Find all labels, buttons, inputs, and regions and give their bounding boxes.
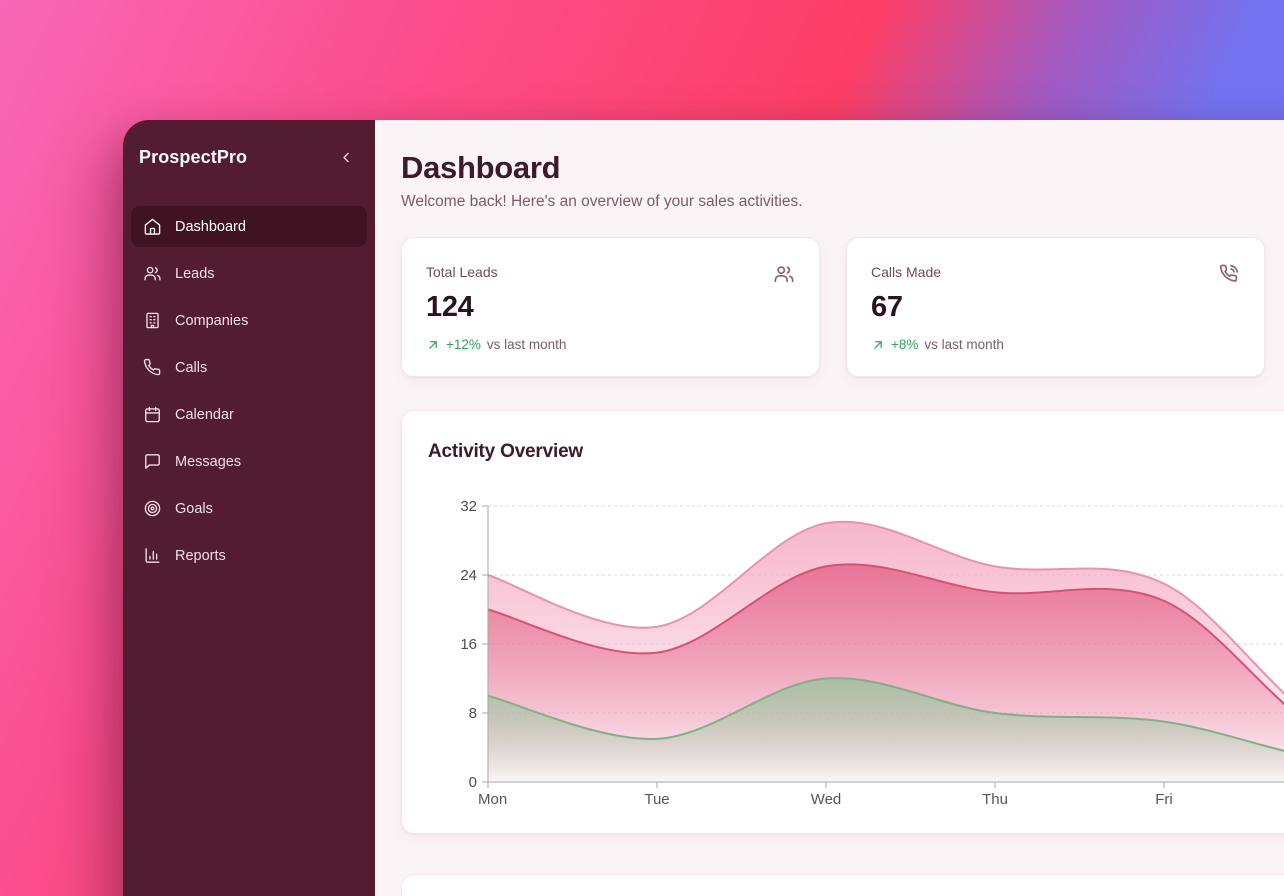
- page-subtitle: Welcome back! Here's an overview of your…: [401, 193, 1284, 211]
- trend-percent: +12%: [446, 337, 481, 352]
- sidebar-item-label: Calls: [175, 360, 207, 376]
- svg-text:8: 8: [469, 705, 477, 722]
- phone-call-icon: [1218, 263, 1240, 285]
- svg-text:24: 24: [460, 567, 477, 584]
- sidebar-item-leads[interactable]: Leads: [131, 253, 367, 294]
- svg-text:Thu: Thu: [982, 791, 1008, 808]
- sidebar-item-label: Reports: [175, 548, 226, 564]
- sidebar-item-dashboard[interactable]: Dashboard: [131, 206, 367, 247]
- stat-trend: +12% vs last month: [426, 337, 795, 352]
- trend-suffix: vs last month: [924, 337, 1004, 352]
- brand-logo: ProspectPro: [139, 147, 247, 168]
- stat-value: 67: [871, 291, 1240, 324]
- sidebar-item-messages[interactable]: Messages: [131, 441, 367, 482]
- svg-text:Fri: Fri: [1155, 791, 1173, 808]
- sidebar-item-label: Calendar: [175, 407, 234, 423]
- stat-label: Calls Made: [871, 264, 1240, 280]
- users-icon: [143, 264, 162, 283]
- main-content: Dashboard Welcome back! Here's an overvi…: [375, 120, 1284, 896]
- building-icon: [143, 311, 162, 330]
- svg-text:Tue: Tue: [644, 791, 669, 808]
- svg-text:0: 0: [469, 774, 477, 791]
- svg-text:32: 32: [460, 498, 477, 515]
- activity-overview-card: Activity Overview 08162432MonTueWedThuFr…: [401, 410, 1284, 834]
- sidebar-item-label: Companies: [175, 313, 248, 329]
- stat-value: 124: [426, 291, 795, 324]
- desktop-backdrop: { "window": { "name": "ProspectPro dashb…: [0, 0, 1284, 896]
- sidebar-item-companies[interactable]: Companies: [131, 300, 367, 341]
- arrow-up-right-icon: [426, 338, 440, 352]
- sidebar-item-label: Goals: [175, 501, 213, 517]
- sidebar-item-reports[interactable]: Reports: [131, 535, 367, 576]
- stat-card-calls-made: Calls Made 67 +8% vs last month: [846, 237, 1265, 377]
- sidebar-collapse-button[interactable]: [335, 146, 357, 168]
- users-icon: [773, 263, 795, 285]
- app-window: ProspectPro Dashboard Leads Companies Calls…: [123, 120, 1284, 896]
- target-icon: [143, 499, 162, 518]
- svg-text:Wed: Wed: [811, 791, 842, 808]
- stat-card-total-leads: Total Leads 124 +12% vs last month: [401, 237, 820, 377]
- stats-grid: Total Leads124+12%vs last monthCalls Mad…: [401, 237, 1284, 377]
- message-square-icon: [143, 452, 162, 471]
- svg-text:Mon: Mon: [478, 791, 507, 808]
- phone-icon: [143, 358, 162, 377]
- chart-column-icon: [143, 546, 162, 565]
- chevron-left-icon: [339, 150, 354, 165]
- sidebar: ProspectPro Dashboard Leads Companies Calls…: [123, 120, 375, 896]
- sidebar-item-calls[interactable]: Calls: [131, 347, 367, 388]
- calendar-icon: [143, 405, 162, 424]
- trend-percent: +8%: [891, 337, 918, 352]
- arrow-up-right-icon: [871, 338, 885, 352]
- house-icon: [143, 217, 162, 236]
- trend-suffix: vs last month: [487, 337, 567, 352]
- stat-trend: +8% vs last month: [871, 337, 1240, 352]
- partial-bottom-card: [401, 874, 1284, 896]
- sidebar-item-label: Dashboard: [175, 219, 246, 235]
- sidebar-header: ProspectPro: [131, 146, 367, 168]
- stat-label: Total Leads: [426, 264, 795, 280]
- sidebar-item-label: Messages: [175, 454, 241, 470]
- sidebar-item-label: Leads: [175, 266, 215, 282]
- page-title: Dashboard: [401, 150, 1284, 186]
- activity-area-chart: 0 8 16 24 32 Mon Tue Wed Thu Fri: [402, 411, 1284, 835]
- svg-text:16: 16: [460, 636, 477, 653]
- sidebar-item-calendar[interactable]: Calendar: [131, 394, 367, 435]
- sidebar-nav: Dashboard Leads Companies Calls Calendar Mess…: [131, 206, 367, 576]
- sidebar-item-goals[interactable]: Goals: [131, 488, 367, 529]
